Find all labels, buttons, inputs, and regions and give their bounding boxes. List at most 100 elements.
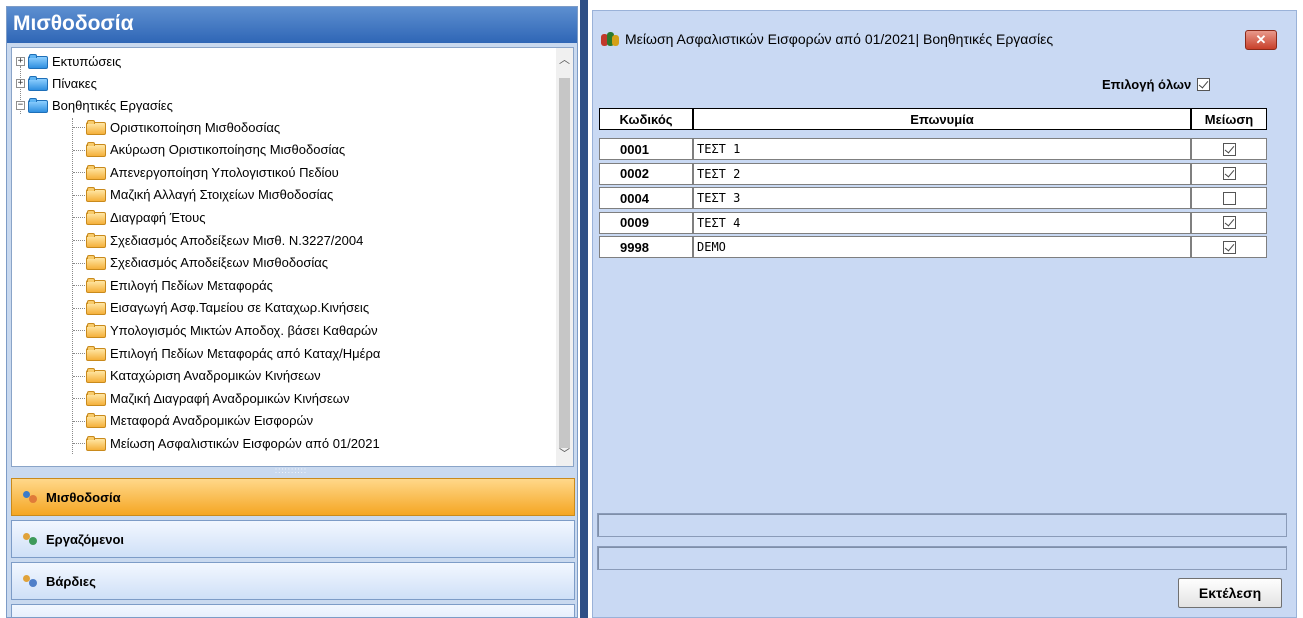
table-row[interactable]: 0001 ΤΕΣΤ 1 — [599, 138, 1267, 160]
nav-button-payroll[interactable]: Μισθοδοσία — [11, 478, 575, 516]
tree-item[interactable]: Μαζική Διαγραφή Αναδρομικών Κινήσεων — [86, 387, 349, 409]
cell-name[interactable]: ΤΕΣΤ 2 — [693, 162, 1191, 185]
cell-name[interactable]: ΤΕΣΤ 1 — [693, 138, 1191, 160]
tree-connector — [73, 285, 85, 287]
cell-name[interactable]: DEMO — [693, 236, 1191, 258]
tree-connector — [73, 262, 85, 264]
tree-item[interactable]: Σχεδιασμός Αποδείξεων Μισθ. Ν.3227/2004 — [86, 229, 363, 251]
cell-name[interactable]: ΤΕΣΤ 4 — [693, 211, 1191, 234]
tree-node-label: Εκτυπώσεις — [52, 53, 122, 69]
column-header-name[interactable]: Επωνυμία — [693, 108, 1191, 130]
tree-item-label: Μείωση Ασφαλιστικών Εισφορών από 01/2021 — [110, 435, 380, 451]
folder-orange-icon — [86, 368, 106, 384]
tree-item[interactable]: Ακύρωση Οριστικοποίησης Μισθοδοσίας — [86, 139, 345, 161]
scroll-up-icon[interactable]: ︿ — [556, 52, 573, 69]
reduction-checkbox[interactable] — [1222, 216, 1236, 229]
column-header-reduction[interactable]: Μείωση — [1191, 108, 1267, 130]
tree-view[interactable]: + Εκτυπώσεις + Πίνακες − Βοηθητικές Εργασίες Ο… — [11, 47, 574, 467]
tree-connector — [73, 127, 85, 128]
tree-item[interactable]: Επιλογή Πεδίων Μεταφοράς από Καταχ/Ημέρα — [86, 342, 380, 364]
left-panel-title: Μισθοδοσία — [7, 7, 577, 43]
table-row[interactable]: 0009 ΤΕΣΤ 4 — [599, 211, 1267, 234]
tree-item[interactable]: Οριστικοποίηση Μισθοδοσίας — [86, 116, 280, 138]
tree-node[interactable]: + Εκτυπώσεις — [16, 50, 121, 72]
cell-name[interactable]: ΤΕΣΤ 3 — [693, 187, 1191, 209]
tree-item-label: Μαζική Αλλαγή Στοιχείων Μισθοδοσίας — [110, 187, 334, 203]
folder-orange-icon — [86, 413, 106, 429]
tree-item-label: Μεταφορά Αναδρομικών Εισφορών — [110, 413, 314, 429]
tree-item-label: Οριστικοποίηση Μισθοδοσίας — [110, 119, 281, 135]
scroll-thumb[interactable] — [559, 78, 570, 448]
cell-reduction — [1191, 187, 1267, 209]
splitter-grip[interactable]: :::::::::: — [261, 467, 321, 476]
scroll-down-icon[interactable]: ﹀ — [556, 446, 573, 463]
folder-orange-icon — [86, 164, 106, 180]
tree-connector — [73, 398, 85, 400]
folder-orange-icon — [86, 255, 106, 271]
reduction-checkbox[interactable] — [1222, 240, 1236, 254]
select-all-checkbox[interactable] — [1197, 78, 1211, 91]
tree-scrollbar[interactable]: ︿ ﹀ — [556, 48, 573, 466]
window-title-bar: Μείωση Ασφαλιστικών Εισφορών από 01/2021… — [601, 31, 1053, 47]
run-button[interactable]: Εκτέλεση — [1178, 578, 1282, 608]
folder-orange-icon — [86, 300, 106, 316]
users-icon — [22, 489, 38, 505]
nav-button-label: Βάρδιες — [46, 573, 96, 589]
tree-item[interactable]: Καταχώριση Αναδρομικών Κινήσεων — [86, 365, 321, 387]
folder-orange-icon — [86, 142, 106, 158]
folder-blue-icon — [28, 97, 48, 113]
collapse-icon[interactable]: − — [16, 100, 25, 110]
cell-code[interactable]: 0004 — [599, 187, 693, 209]
tree-connector — [73, 375, 85, 377]
grid-scrollbar[interactable] — [1282, 108, 1296, 178]
tree-item[interactable]: Εισαγωγή Ασφ.Ταμείου σε Καταχωρ.Κινήσεις — [86, 297, 369, 319]
progress-bar-1 — [597, 513, 1287, 537]
tree-item[interactable]: Υπολογισμός Μικτών Αποδοχ. βάσει Καθαρών — [86, 319, 378, 341]
table-row[interactable]: 9998 DEMO — [599, 236, 1267, 258]
cell-code[interactable]: 0002 — [599, 162, 693, 185]
tree-item[interactable]: Επιλογή Πεδίων Μεταφοράς — [86, 274, 273, 296]
tree-item-label: Απενεργοποίηση Υπολογιστικού Πεδίου — [110, 164, 339, 180]
tree-item[interactable]: Μεταφορά Αναδρομικών Εισφορών — [86, 410, 313, 432]
users-icon — [22, 531, 38, 547]
tree-node[interactable]: − Βοηθητικές Εργασίες — [16, 94, 173, 116]
grid-header-row: Κωδικός Επωνυμία Μείωση — [599, 108, 1267, 130]
select-all-control[interactable]: Επιλογή όλων — [1102, 77, 1211, 92]
cell-code[interactable]: 0009 — [599, 211, 693, 234]
table-row[interactable]: 0002 ΤΕΣΤ 2 — [599, 162, 1267, 185]
tree-item-label: Ακύρωση Οριστικοποίησης Μισθοδοσίας — [110, 142, 346, 158]
tree-item[interactable]: Απενεργοποίηση Υπολογιστικού Πεδίου — [86, 161, 339, 183]
cell-code[interactable]: 0001 — [599, 138, 693, 160]
tree-node[interactable]: + Πίνακες — [16, 72, 97, 94]
reduction-checkbox[interactable] — [1222, 191, 1236, 205]
expand-icon[interactable]: + — [16, 78, 25, 88]
nav-button-label: Μισθοδοσία — [46, 489, 121, 505]
reduction-checkbox[interactable] — [1222, 142, 1236, 156]
nav-button-shifts[interactable]: Βάρδιες — [11, 562, 575, 600]
tree-item-label: Υπολογισμός Μικτών Αποδοχ. βάσει Καθαρών — [110, 322, 378, 338]
expand-icon[interactable]: + — [16, 56, 25, 66]
column-header-code[interactable]: Κωδικός — [599, 108, 693, 130]
tree-item-label: Εισαγωγή Ασφ.Ταμείου σε Καταχωρ.Κινήσεις — [110, 300, 370, 316]
folder-orange-icon — [86, 390, 106, 406]
tree-item-label: Μαζική Διαγραφή Αναδρομικών Κινήσεων — [110, 390, 350, 406]
tree-connector — [73, 443, 85, 445]
cell-reduction — [1191, 162, 1267, 185]
nav-button-more[interactable] — [11, 604, 575, 617]
cell-code[interactable]: 9998 — [599, 236, 693, 258]
tree-item[interactable]: Μείωση Ασφαλιστικών Εισφορών από 01/2021 — [86, 432, 380, 454]
close-button[interactable]: ✕ — [1245, 30, 1277, 50]
tree-item[interactable]: Διαγραφή Έτους — [86, 206, 206, 228]
nav-button-employees[interactable]: Εργαζόμενοι — [11, 520, 575, 558]
tree-connector — [73, 172, 85, 174]
table-row[interactable]: 0004 ΤΕΣΤ 3 — [599, 187, 1267, 209]
left-panel: Μισθοδοσία + Εκτυπώσεις + Πίνακες − Βοηθητικέ… — [6, 6, 578, 618]
tree-connector — [73, 194, 85, 196]
panel-divider[interactable] — [580, 0, 588, 618]
tree-item[interactable]: Σχεδιασμός Αποδείξεων Μισθοδοσίας — [86, 252, 328, 274]
dialog-window: Μείωση Ασφαλιστικών Εισφορών από 01/2021… — [592, 10, 1297, 618]
window-title: Μείωση Ασφαλιστικών Εισφορών από 01/2021… — [625, 31, 1054, 47]
tree-item[interactable]: Μαζική Αλλαγή Στοιχείων Μισθοδοσίας — [86, 184, 333, 206]
panel-splitter[interactable]: :::::::::: — [11, 467, 574, 476]
reduction-checkbox[interactable] — [1222, 167, 1236, 180]
